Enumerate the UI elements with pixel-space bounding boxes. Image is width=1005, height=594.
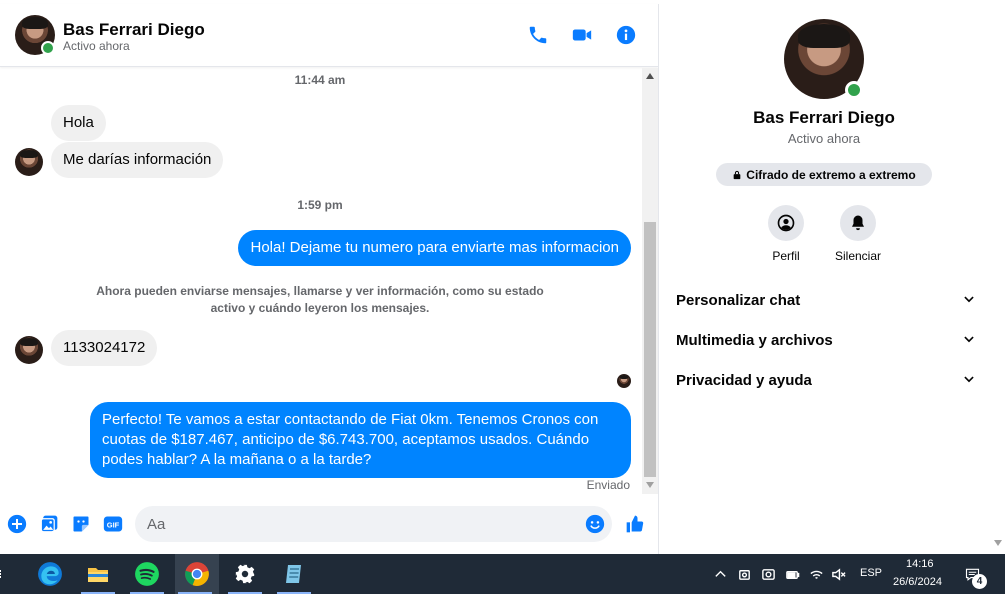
contact-status: Activo ahora [63, 39, 130, 53]
plus-icon[interactable] [6, 513, 28, 535]
volume-muted-icon[interactable] [830, 566, 846, 582]
contact-status: Activo ahora [787, 131, 861, 146]
gif-icon[interactable]: GIF [102, 513, 124, 535]
section-privacy-help[interactable]: Privacidad y ayuda [676, 368, 976, 392]
mute-button[interactable]: Silenciar [818, 205, 898, 263]
bell-icon [852, 215, 864, 231]
lock-icon [733, 170, 741, 179]
notification-count-badge: 4 [972, 574, 987, 589]
contact-avatar-small [15, 336, 43, 364]
message-bubble-incoming[interactable]: Me darías información [51, 142, 224, 178]
chevron-up-icon[interactable] [712, 566, 728, 582]
sent-status: Enviado [586, 478, 630, 492]
message-input-box[interactable] [135, 506, 612, 542]
clock-time[interactable]: 14:16 [906, 558, 934, 570]
camera-tray-icon[interactable] [760, 566, 776, 582]
message-bubble-outgoing[interactable]: Hola! Dejame tu numero para enviarte mas… [238, 230, 631, 266]
message-input[interactable] [147, 506, 577, 542]
section-media-files[interactable]: Multimedia y archivos [676, 328, 976, 352]
online-indicator [41, 41, 55, 55]
message-bubble-incoming[interactable]: 1133024172 [51, 330, 158, 366]
profile-button[interactable]: Perfil [746, 205, 826, 263]
windows-taskbar: ESP 14:16 26/6/2024 4 [0, 554, 1005, 594]
scroll-down-arrow-icon[interactable] [994, 540, 1002, 546]
message-bubble-incoming[interactable]: Hola [51, 105, 106, 141]
info-panel-scrollbar[interactable] [989, 4, 1005, 554]
profile-icon [777, 214, 795, 232]
section-customize-chat[interactable]: Personalizar chat [676, 288, 976, 312]
chevron-down-icon [964, 296, 974, 303]
contact-avatar-small [15, 148, 43, 176]
e2e-label: Cifrado de extremo a extremo [746, 167, 916, 182]
svg-text:GIF: GIF [107, 520, 120, 529]
image-icon[interactable] [38, 513, 60, 535]
contact-name: Bas Ferrari Diego [753, 108, 895, 127]
sticker-icon[interactable] [70, 513, 92, 535]
like-icon[interactable] [624, 513, 646, 535]
scroll-thumb[interactable] [644, 222, 656, 477]
seen-indicator-avatar [617, 374, 631, 388]
mute-label: Silenciar [834, 249, 882, 263]
file-explorer-icon[interactable] [78, 554, 118, 594]
contact-name[interactable]: Bas Ferrari Diego [63, 20, 205, 40]
chevron-down-icon [964, 376, 974, 383]
profile-label: Perfil [772, 249, 800, 263]
chat-pane: Bas Ferrari Diego Activo ahora 11:44 am … [0, 0, 658, 554]
clock-date[interactable]: 26/6/2024 [893, 576, 942, 588]
chrome-icon[interactable] [175, 554, 219, 594]
spotify-icon[interactable] [127, 554, 167, 594]
settings-icon[interactable] [225, 554, 265, 594]
system-note: Ahora pueden enviarse mensajes, llamarse… [96, 284, 544, 315]
chat-scrollbar[interactable] [642, 68, 658, 494]
phone-icon[interactable] [527, 24, 549, 46]
timestamp: 11:44 am [294, 73, 346, 87]
timestamp: 1:59 pm [297, 198, 343, 212]
message-bubble-outgoing[interactable]: Perfecto! Te vamos a estar contactando d… [90, 402, 631, 478]
emoji-icon[interactable] [584, 513, 606, 535]
e2e-encryption-badge[interactable]: Cifrado de extremo a extremo [716, 163, 932, 186]
scroll-up-arrow-icon[interactable] [646, 73, 654, 79]
scroll-down-arrow-icon[interactable] [646, 482, 654, 488]
video-camera-icon[interactable] [571, 24, 593, 46]
composer: GIF [0, 494, 658, 554]
input-language[interactable]: ESP [860, 567, 882, 579]
chat-header: Bas Ferrari Diego Activo ahora [0, 4, 658, 67]
chevron-down-icon [964, 336, 974, 343]
conversation-info-panel: Bas Ferrari Diego Activo ahora Cifrado d… [659, 4, 989, 554]
info-icon[interactable] [615, 24, 637, 46]
battery-icon[interactable] [784, 566, 800, 582]
wifi-icon[interactable] [808, 566, 824, 582]
message-list: 11:44 am Hola Me darías información 1:59… [0, 68, 642, 494]
online-indicator [845, 81, 863, 99]
task-view-icon[interactable] [0, 554, 10, 594]
meet-now-icon[interactable] [736, 566, 752, 582]
edge-icon[interactable] [30, 554, 70, 594]
notepad-icon[interactable] [274, 554, 314, 594]
